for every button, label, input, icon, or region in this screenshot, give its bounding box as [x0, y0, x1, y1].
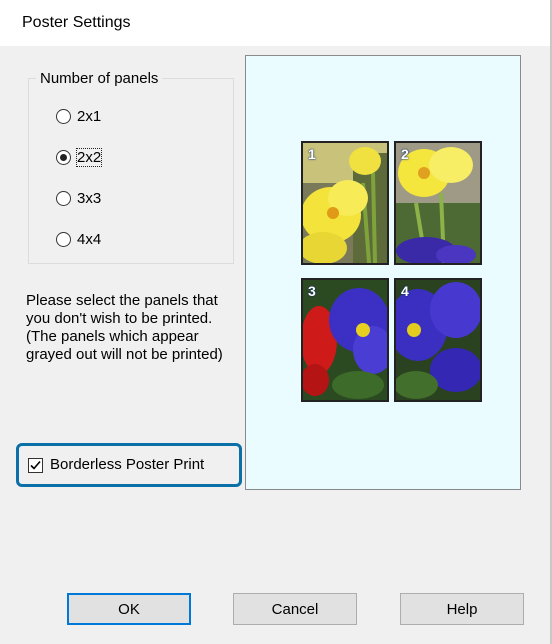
- radio-button-selected-icon[interactable]: [56, 149, 71, 165]
- radio-label: 3x3: [77, 189, 102, 207]
- instructions-text: Please select the panels that you don't …: [26, 292, 223, 363]
- borderless-checkbox-label[interactable]: Borderless Poster Print: [50, 456, 204, 473]
- panels-group-label: Number of panels: [36, 70, 163, 87]
- radio-2x2[interactable]: 2x2: [56, 146, 103, 168]
- panel-number: 4: [401, 283, 409, 299]
- radio-button-icon[interactable]: [56, 190, 71, 206]
- checkmark-icon: [30, 460, 41, 470]
- radio-label: 2x2: [75, 147, 103, 167]
- title-bar: Poster Settings: [0, 0, 552, 46]
- poster-preview: 1 2 3 4: [245, 55, 521, 490]
- radio-3x3[interactable]: 3x3: [56, 187, 101, 209]
- panel-2[interactable]: 2: [394, 141, 482, 265]
- ok-button[interactable]: OK: [67, 593, 191, 625]
- panel-4[interactable]: 4: [394, 278, 482, 402]
- dialog-title: Poster Settings: [22, 14, 131, 31]
- borderless-checkbox[interactable]: [28, 458, 43, 473]
- radio-label: 4x4: [77, 230, 102, 248]
- radio-button-icon[interactable]: [56, 231, 71, 247]
- radio-4x4[interactable]: 4x4: [56, 228, 101, 250]
- radio-button-icon[interactable]: [56, 108, 71, 124]
- panel-number: 2: [401, 146, 409, 162]
- radio-label: 2x1: [77, 107, 102, 125]
- panel-number: 3: [308, 283, 316, 299]
- panel-number: 1: [308, 146, 316, 162]
- radio-2x1[interactable]: 2x1: [56, 105, 101, 127]
- panel-3[interactable]: 3: [301, 278, 389, 402]
- help-button[interactable]: Help: [400, 593, 524, 625]
- cancel-button[interactable]: Cancel: [233, 593, 357, 625]
- poster-settings-dialog: Poster Settings Number of panels 2x1 2x2…: [0, 0, 552, 644]
- panel-1[interactable]: 1: [301, 141, 389, 265]
